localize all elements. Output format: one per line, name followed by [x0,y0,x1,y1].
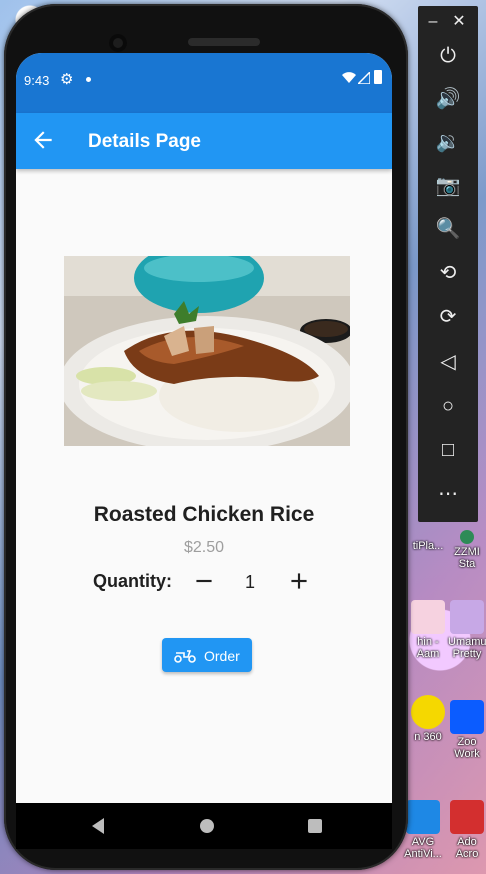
back-icon[interactable]: ◁ [434,348,462,376]
desktop-icon-label: ZZMI Sta [454,546,480,570]
desktop-icon-label: Umamu Pretty [448,636,486,660]
nav-back-icon[interactable] [90,817,106,835]
app-icon [460,530,474,544]
quantity-label: Quantity: [93,571,172,591]
notification-dot-icon [86,77,91,82]
earpiece-speaker [188,38,260,46]
rotate-left-icon[interactable]: ⟲ [434,259,462,287]
battery-icon [374,70,382,84]
status-bar: 9:43 ⚙ [16,53,392,113]
app-icon [450,800,484,834]
desktop-icon-label: Ado Acro [455,836,479,860]
product-price: $2.50 [183,539,225,556]
product-image [64,256,350,446]
overview-icon[interactable]: □ [434,436,462,464]
page-title: Details Page [88,131,201,152]
signal-icon [358,72,370,84]
order-button-label: Order [204,648,240,664]
app-icon [406,800,440,834]
home-icon[interactable]: ○ [434,392,462,420]
desktop-icon[interactable]: Ado Acro [448,800,486,860]
delivery-scooter-icon [174,650,196,663]
desktop-icon[interactable]: n 360 [408,695,448,743]
minimize-icon[interactable]: – [422,8,444,36]
settings-gear-icon: ⚙ [60,71,74,88]
desktop-icon[interactable]: Umamu Pretty [448,600,486,660]
desktop-icon-label: tiPla... [412,540,444,552]
order-button[interactable]: Order [162,638,252,672]
front-camera [109,34,127,52]
product-name: Roasted Chicken Rice [93,503,315,526]
system-nav-bar [16,803,392,849]
app-icon [450,700,484,734]
desktop-icon-label: hin -Aam [416,636,440,660]
desktop-icon[interactable]: ZZMI Sta [448,530,486,570]
emulator-toolbar: – ✕ ⏻ 🔊 🔉 📷 🔍 ⟲ ⟳ ◁ ○ □ ⋯ [418,6,478,522]
desktop-icon[interactable]: tiPla... [408,540,448,552]
quantity-value: 1 [244,572,255,592]
volume-down-icon[interactable]: 🔉 [434,128,462,156]
desktop-icon-label: Zoo Work [454,736,480,760]
back-arrow-icon[interactable] [30,127,56,153]
status-time: 9:43 [24,73,50,88]
more-options-icon[interactable]: ⋯ [434,480,462,508]
wifi-icon [342,72,356,83]
power-icon[interactable]: ⏻ [434,42,462,70]
app-icon [411,695,445,729]
increment-button[interactable] [286,568,312,594]
decrement-button[interactable] [191,568,217,594]
app-bar: Details Page [16,113,392,169]
desktop-icon-label: AVG AntiVi... [404,836,442,860]
app-icon [411,600,445,634]
desktop-icon-label: n 360 [414,731,442,743]
nav-recents-icon[interactable] [307,817,323,835]
volume-up-icon[interactable]: 🔊 [434,85,462,113]
camera-icon[interactable]: 📷 [434,172,462,200]
app-icon [450,600,484,634]
phone-screen: 9:43 ⚙ Details Page Roasted Chicken Rice… [16,53,392,803]
rotate-right-icon[interactable]: ⟳ [434,303,462,331]
zoom-icon[interactable]: 🔍 [434,215,462,243]
desktop-icon[interactable]: Zoo Work [448,700,486,760]
nav-home-icon[interactable] [199,817,215,835]
close-icon[interactable]: ✕ [448,8,470,36]
desktop-icon[interactable]: hin -Aam [408,600,448,660]
